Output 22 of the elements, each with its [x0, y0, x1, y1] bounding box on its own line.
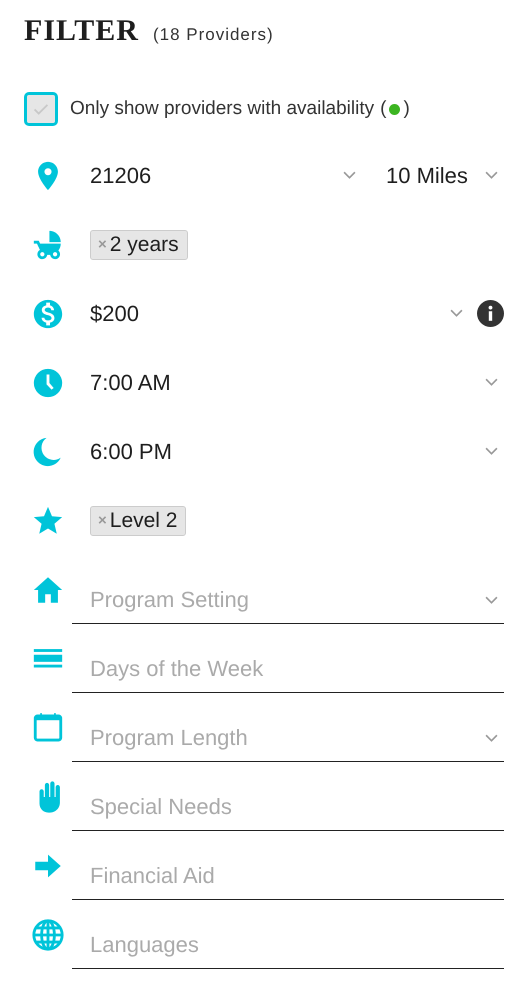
legend-paren: ) — [403, 98, 410, 120]
dropdown-select[interactable]: 7:00 AM — [72, 362, 504, 402]
info-icon[interactable] — [477, 300, 504, 327]
input-field[interactable]: Days of the Week — [72, 656, 504, 682]
tag-label: Level 2 — [110, 508, 178, 532]
filter-title: FILTER — [24, 14, 139, 48]
input-field[interactable]: Financial Aid — [72, 863, 504, 889]
input-field[interactable]: Special Needs — [72, 794, 504, 820]
availability-dot-icon — [389, 104, 400, 114]
input-field[interactable]: Languages — [72, 932, 504, 958]
zip-select[interactable]: 21206 — [72, 156, 362, 196]
dropdown-select[interactable]: 6:00 PM — [72, 432, 504, 472]
input-field[interactable]: Program Setting — [72, 587, 485, 613]
globe-icon — [31, 918, 65, 952]
distance-select[interactable]: 10 Miles — [362, 156, 504, 196]
legend-paren: ( — [380, 98, 386, 120]
availability-label: Only show providers with availability — [70, 98, 374, 120]
tag-label: 2 years — [110, 232, 179, 256]
dropdown-select[interactable]: $200 — [72, 294, 469, 334]
provider-count: (18 Providers) — [152, 25, 274, 45]
input-field[interactable]: Program Length — [72, 725, 485, 751]
calendar-icon — [31, 710, 65, 744]
